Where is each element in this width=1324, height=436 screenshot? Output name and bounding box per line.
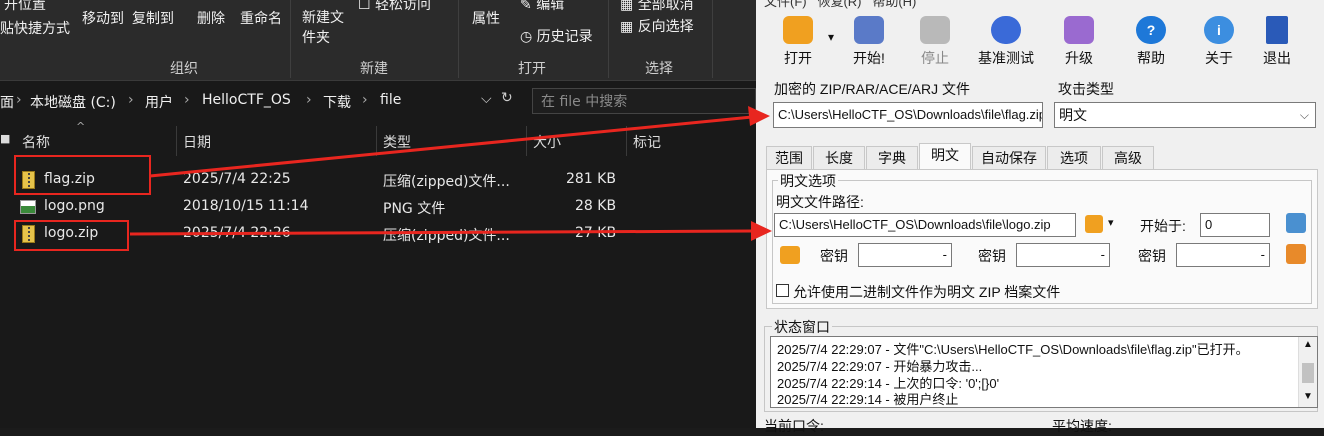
arrow-head-flag	[748, 106, 770, 126]
arrow-line-flag	[149, 115, 753, 178]
arrow-head-logo	[751, 221, 772, 241]
annotation-arrows	[129, 106, 772, 241]
arrow-line-logo	[129, 229, 753, 236]
